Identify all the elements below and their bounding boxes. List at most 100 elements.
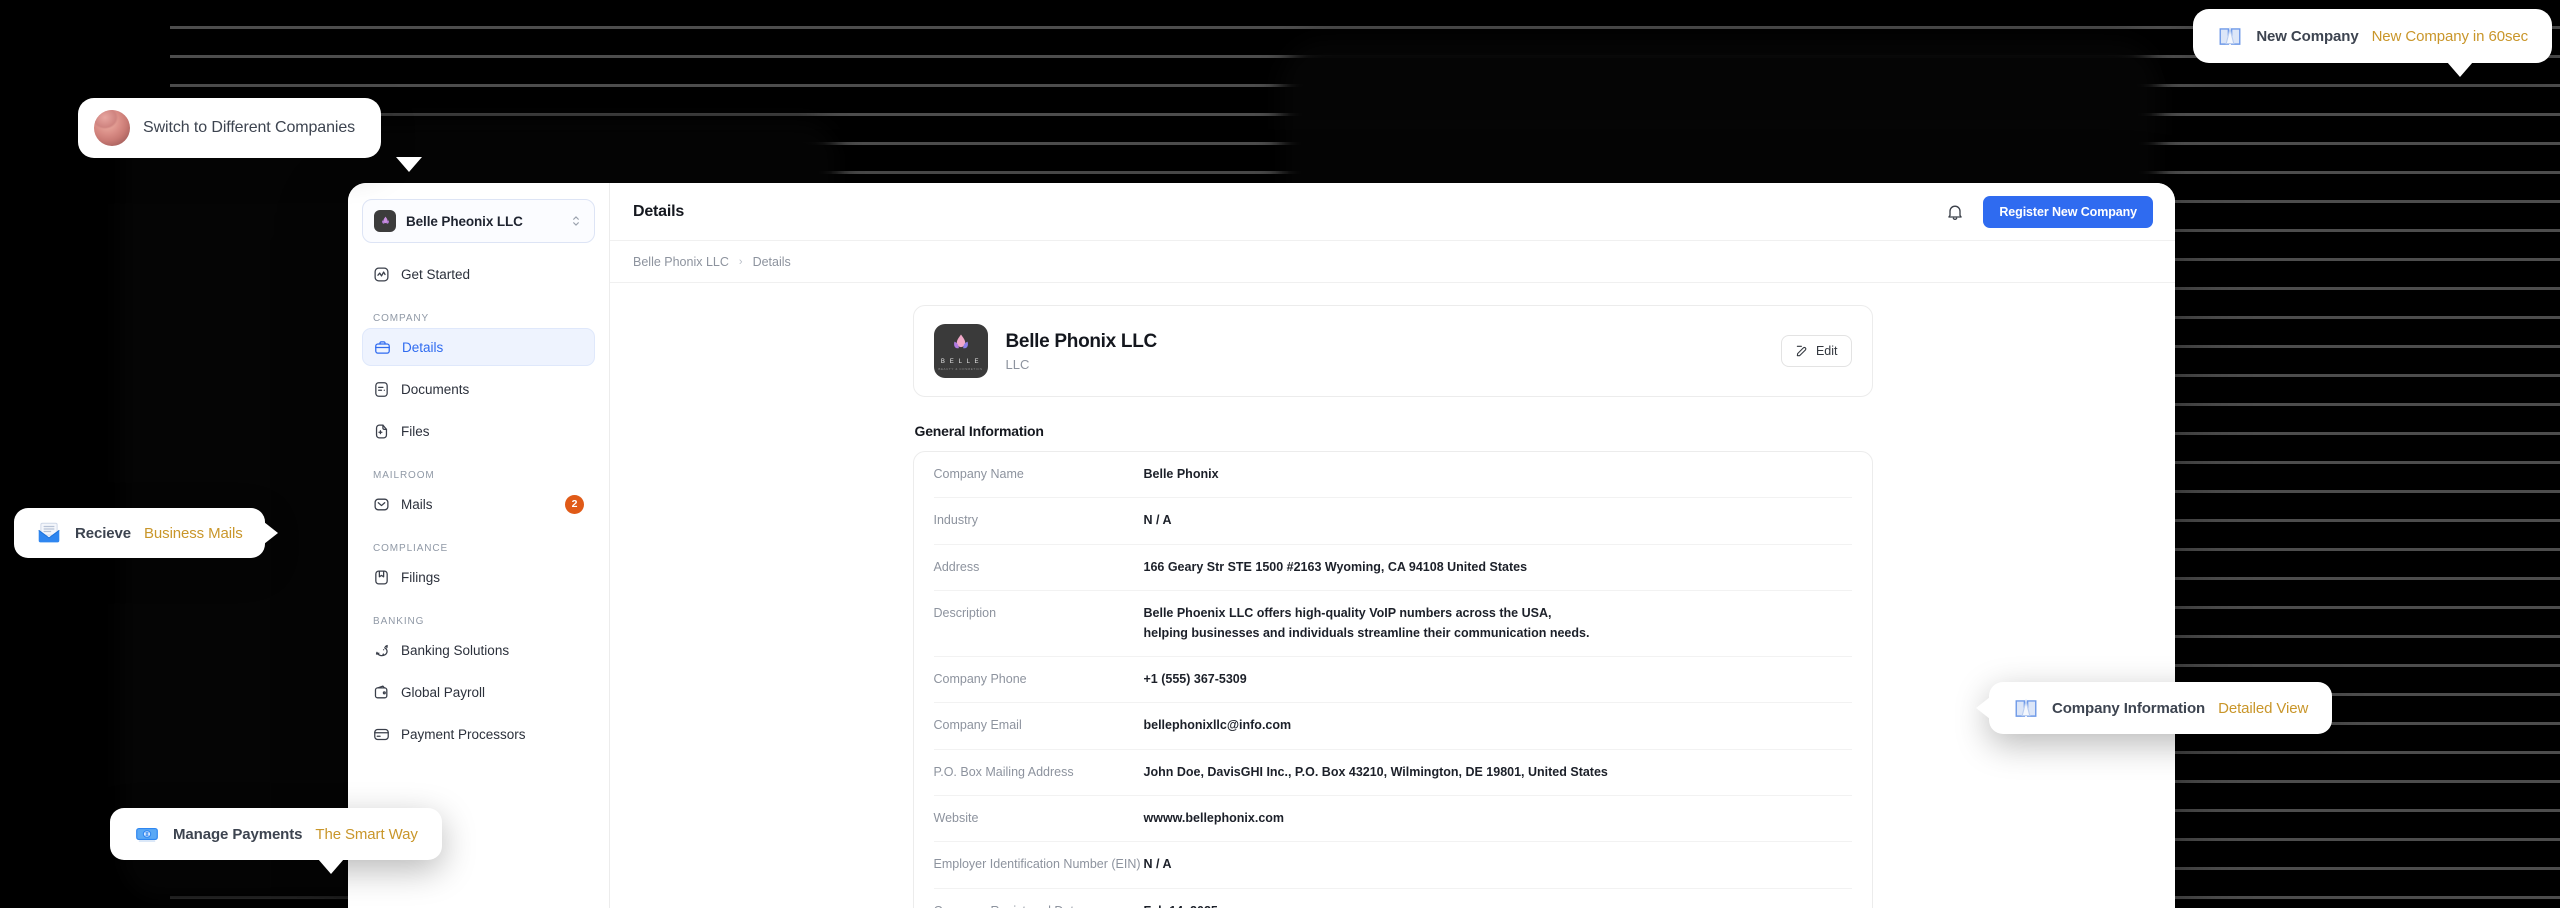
row-label: Website: [934, 809, 1144, 828]
row-value: 166 Geary Str STE 1500 #2163 Wyoming, CA…: [1144, 558, 1852, 577]
sidebar-item-global-payroll[interactable]: Global Payroll: [362, 673, 595, 711]
row-label: P.O. Box Mailing Address: [934, 763, 1144, 782]
sidebar-item-details[interactable]: Details: [362, 328, 595, 366]
edit-pencil-icon: [1795, 344, 1809, 358]
briefcase-icon: [374, 339, 391, 356]
callout-switch-companies[interactable]: Switch to Different Companies: [78, 98, 381, 158]
page-title: Details: [633, 203, 684, 221]
document-icon: [373, 381, 390, 398]
sidebar-item-label: Details: [402, 340, 583, 355]
edit-button[interactable]: Edit: [1781, 335, 1852, 367]
row-value: bellephonixllc@info.com: [1144, 716, 1852, 735]
row-value: N / A: [1144, 855, 1852, 874]
sidebar-section-compliance-title: COMPLIANCE: [362, 543, 595, 554]
sidebar: Belle Pheonix LLC Get Started COMPANY: [348, 183, 610, 908]
callout-tail: [396, 157, 422, 172]
company-switcher[interactable]: Belle Pheonix LLC: [362, 199, 595, 243]
row-label: Industry: [934, 511, 1144, 530]
table-row: Company NameBelle Phonix: [934, 452, 1852, 498]
callout-tail: [2447, 62, 2473, 77]
callout-tail: [318, 859, 344, 874]
company-logo-wordmark: B E L L E: [941, 359, 980, 365]
sidebar-item-mails[interactable]: Mails 2: [362, 485, 595, 523]
company-logo-subwordmark: BEAUTY & COSMETICS: [938, 367, 982, 371]
callout-manage-payments[interactable]: Manage Payments The Smart Way: [110, 808, 442, 860]
row-label: Company Name: [934, 465, 1144, 484]
callout-receive-subtitle: Business Mails: [144, 525, 243, 542]
row-label: Company Email: [934, 716, 1144, 735]
callout-new-company-subtitle: New Company in 60sec: [2372, 28, 2528, 45]
sidebar-item-files[interactable]: Files: [362, 412, 595, 450]
open-book-icon: [2217, 23, 2243, 49]
company-type: LLC: [1006, 357, 1763, 372]
callout-receive-title: Recieve: [75, 525, 131, 542]
callout-payments-title: Manage Payments: [173, 826, 302, 843]
activity-box-icon: [373, 266, 390, 283]
sidebar-item-documents[interactable]: Documents: [362, 370, 595, 408]
table-row: IndustryN / A: [934, 498, 1852, 544]
company-summary-card: B E L L E BEAUTY & COSMETICS Belle Phoni…: [913, 305, 1873, 397]
callout-new-company[interactable]: New Company New Company in 60sec: [2193, 9, 2552, 63]
topbar-actions: Register New Company: [1945, 196, 2153, 228]
bookmark-icon: [373, 569, 390, 586]
sidebar-item-payment-processors[interactable]: Payment Processors: [362, 715, 595, 753]
callout-receive-mails[interactable]: Recieve Business Mails: [14, 508, 265, 558]
sidebar-item-get-started[interactable]: Get Started: [362, 255, 595, 293]
user-avatar-icon: [94, 110, 130, 146]
sidebar-section-company-title: COMPANY: [362, 313, 595, 324]
sidebar-item-label: Files: [401, 424, 584, 439]
row-value: wwww.bellephonix.com: [1144, 809, 1852, 828]
row-value: Belle Phonix: [1144, 465, 1852, 484]
row-value: Feb 14, 2025: [1144, 902, 1852, 908]
general-information-table: Company NameBelle Phonix IndustryN / A A…: [913, 451, 1873, 908]
piggy-bank-icon: [373, 642, 390, 659]
register-new-company-button[interactable]: Register New Company: [1983, 196, 2153, 228]
table-row: Employer Identification Number (EIN)N / …: [934, 842, 1852, 888]
row-label: Company Registered Date: [934, 902, 1144, 908]
table-row: P.O. Box Mailing AddressJohn Doe, DavisG…: [934, 750, 1852, 796]
sidebar-item-label: Mails: [401, 497, 554, 512]
row-label: Description: [934, 604, 1144, 623]
sidebar-item-label: Global Payroll: [401, 685, 584, 700]
sidebar-item-filings[interactable]: Filings: [362, 558, 595, 596]
callout-tail: [1976, 697, 1990, 719]
breadcrumb-current: Details: [753, 255, 791, 269]
open-book-icon: [2013, 695, 2039, 721]
content-scroll-area[interactable]: B E L L E BEAUTY & COSMETICS Belle Phoni…: [610, 283, 2175, 908]
table-row: Company Phone+1 (555) 367-5309: [934, 657, 1852, 703]
callout-company-information[interactable]: Company Information Detailed View: [1989, 682, 2332, 734]
mails-unread-badge: 2: [565, 495, 584, 514]
bell-icon[interactable]: [1945, 202, 1965, 222]
chevron-updown-icon: [569, 214, 583, 228]
app-window: Belle Pheonix LLC Get Started COMPANY: [348, 183, 2175, 908]
sidebar-top-group: Get Started: [362, 255, 595, 293]
breadcrumb-root[interactable]: Belle Phonix LLC: [633, 255, 729, 269]
money-banknote-icon: [134, 821, 160, 847]
file-plus-icon: [373, 423, 390, 440]
table-row: Company Emailbellephonixllc@info.com: [934, 703, 1852, 749]
edit-button-label: Edit: [1816, 344, 1838, 358]
callout-payments-subtitle: The Smart Way: [315, 826, 417, 843]
breadcrumb-separator-icon: ›: [739, 256, 743, 268]
sidebar-item-banking-solutions[interactable]: Banking Solutions: [362, 631, 595, 669]
sidebar-item-label: Documents: [401, 382, 584, 397]
table-row: Company Registered DateFeb 14, 2025: [934, 889, 1852, 908]
sidebar-item-label: Filings: [401, 570, 584, 585]
general-information-title: General Information: [915, 423, 1873, 439]
row-value: John Doe, DavisGHI Inc., P.O. Box 43210,…: [1144, 763, 1852, 782]
row-value: Belle Phoenix LLC offers high-quality Vo…: [1144, 604, 1599, 643]
details-page: B E L L E BEAUTY & COSMETICS Belle Phoni…: [913, 305, 1873, 908]
sidebar-item-label: Banking Solutions: [401, 643, 584, 658]
background-mask-top: [0, 0, 2560, 22]
company-switcher-label: Belle Pheonix LLC: [406, 214, 559, 229]
callout-switch-label: Switch to Different Companies: [143, 119, 355, 137]
credit-card-icon: [373, 726, 390, 743]
wallet-icon: [373, 684, 390, 701]
row-label: Address: [934, 558, 1144, 577]
callout-tail: [264, 522, 278, 544]
sidebar-section-banking-title: BANKING: [362, 616, 595, 627]
callout-new-company-title: New Company: [2256, 28, 2358, 45]
row-label: Employer Identification Number (EIN): [934, 855, 1144, 874]
table-row: Websitewwww.bellephonix.com: [934, 796, 1852, 842]
row-value: N / A: [1144, 511, 1852, 530]
